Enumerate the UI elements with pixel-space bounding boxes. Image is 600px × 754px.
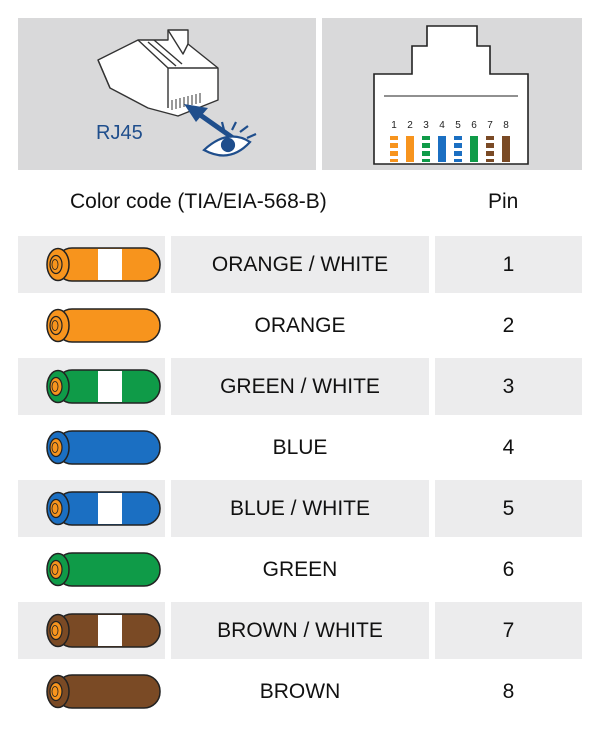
wire-icon [46, 369, 161, 404]
jack-wire-stripe [422, 140, 430, 143]
wire-pin-number: 1 [435, 236, 582, 293]
jack-pin-number: 7 [487, 120, 493, 131]
wire-swatch-cell [18, 358, 165, 415]
table-row: ORANGE 2 [18, 297, 582, 354]
jack-wire [406, 136, 414, 162]
wire-swatch-cell [18, 297, 165, 354]
wire-pin-number: 6 [502, 557, 515, 581]
jack-pin-number: 4 [439, 120, 445, 131]
color-code-header: Color code (TIA/EIA-568-B) [70, 190, 327, 213]
wire-color-name: GREEN / WHITE [171, 358, 429, 415]
jack-pin-number: 5 [455, 120, 461, 131]
jack-pin-number: 3 [423, 120, 429, 131]
wire-color-name: GREEN [262, 557, 338, 581]
jack-wire-stripe [486, 140, 494, 143]
table-row: BLUE 4 [18, 419, 582, 476]
rj45-plug-panel: RJ45 [18, 18, 316, 170]
wire-swatch-cell [18, 663, 165, 720]
view-arrow-icon [184, 104, 236, 141]
wire-swatch-cell [18, 541, 165, 598]
jack-wire-stripe [390, 148, 398, 151]
wire-color-name: BLUE / WHITE [171, 480, 429, 537]
wire-icon [46, 430, 161, 465]
jack-wire-stripe [454, 140, 462, 143]
table-row: ORANGE / WHITE 1 [18, 236, 582, 293]
wire-color-name: ORANGE [254, 313, 346, 337]
table-row: GREEN 6 [18, 541, 582, 598]
jack-wire-stripe [486, 148, 494, 151]
jack-pin-number: 2 [407, 120, 413, 131]
wire-color-name: ORANGE / WHITE [171, 236, 429, 293]
wire-color-name: BROWN / WHITE [171, 602, 429, 659]
wire-icon [46, 674, 161, 709]
wire-icon [46, 552, 161, 587]
table-row: BROWN / WHITE 7 [18, 602, 582, 659]
wire-swatch-cell [18, 236, 165, 293]
jack-wire-stripe [422, 148, 430, 151]
jack-pin-number: 6 [471, 120, 477, 131]
wire-pin-number: 7 [435, 602, 582, 659]
jack-wire [470, 136, 478, 162]
wire-swatch-cell [18, 602, 165, 659]
jack-wire [438, 136, 446, 162]
jack-wire-stripe [390, 156, 398, 159]
rj45-jack-panel: 12345678 [322, 18, 582, 170]
wire-icon [46, 247, 161, 282]
jack-wire-stripe [454, 156, 462, 159]
jack-wire-stripe [486, 156, 494, 159]
rj45-label: RJ45 [96, 122, 143, 144]
table-row: BLUE / WHITE 5 [18, 480, 582, 537]
wire-swatch-cell [18, 480, 165, 537]
wire-pin-number: 2 [502, 313, 515, 337]
wire-icon [46, 491, 161, 526]
wire-pin-number: 4 [502, 435, 515, 459]
jack-wire-stripe [390, 140, 398, 143]
rj45-plug-illustration [97, 29, 257, 157]
wire-pin-number: 3 [435, 358, 582, 415]
eye-icon [202, 121, 257, 157]
jack-pin-number: 1 [391, 120, 397, 131]
wire-icon [46, 613, 161, 648]
jack-wire-stripe [422, 156, 430, 159]
jack-wire-stripe [454, 148, 462, 151]
wire-pin-number: 5 [435, 480, 582, 537]
jack-pin-number: 8 [503, 120, 509, 131]
wire-swatch-cell [18, 419, 165, 476]
pin-header: Pin [488, 190, 519, 213]
table-row: BROWN 8 [18, 663, 582, 720]
wire-color-name: BLUE [272, 435, 328, 459]
rj45-jack-illustration [373, 25, 529, 165]
table-row: GREEN / WHITE 3 [18, 358, 582, 415]
wire-color-name: BROWN [259, 679, 341, 703]
wire-pin-number: 8 [502, 679, 515, 703]
jack-wire [502, 136, 510, 162]
wire-icon [46, 308, 161, 343]
